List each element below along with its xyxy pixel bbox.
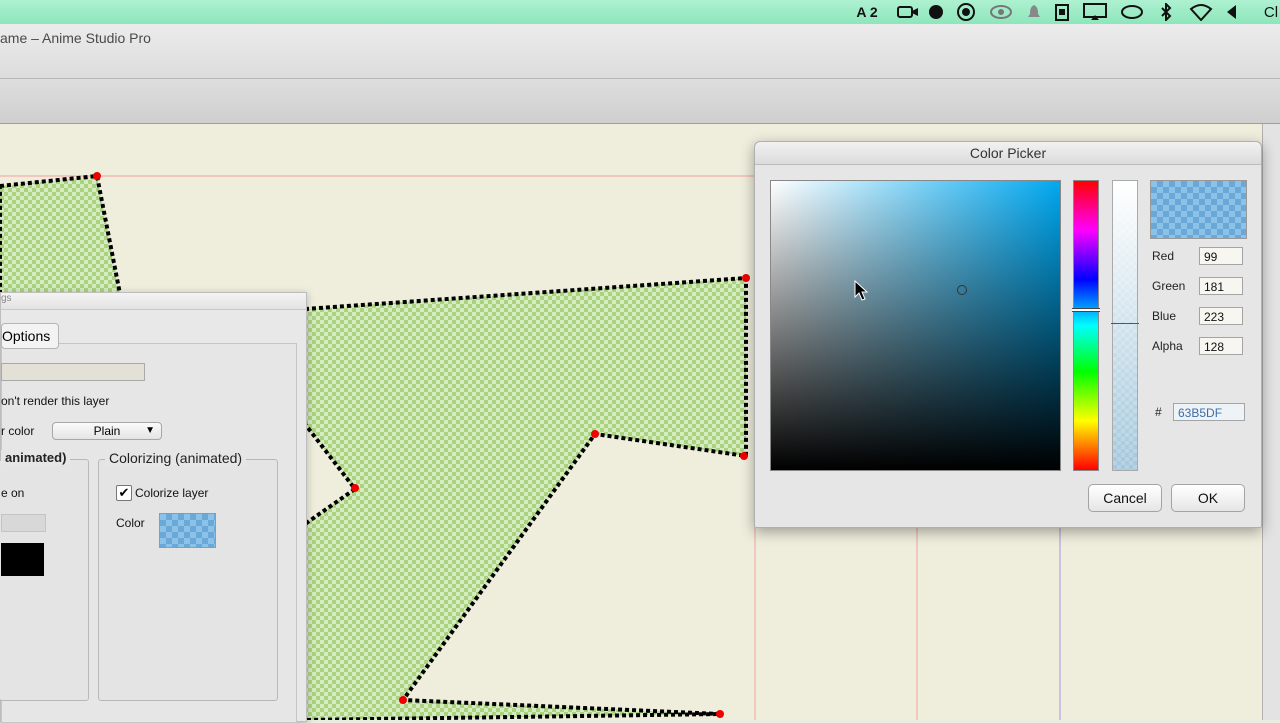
colorize-color-swatch[interactable]: [159, 513, 216, 548]
vector-shape: [303, 275, 748, 720]
colorizing-group-title: Colorizing (animated): [105, 450, 247, 466]
chat-icon[interactable]: [1120, 3, 1144, 21]
hex-label: #: [1155, 405, 1162, 419]
window-title-bar: ame – Anime Studio Pro: [0, 24, 1280, 79]
system-menu-bar: A 2 Cl: [0, 0, 1280, 25]
input-indicator-icon[interactable]: A 2: [850, 3, 884, 21]
blue-input[interactable]: 223: [1199, 307, 1243, 325]
color-preview-swatch: [1150, 180, 1247, 239]
green-label: Green: [1152, 279, 1186, 293]
layer-name-input[interactable]: [1, 363, 145, 381]
notification-icon[interactable]: [1024, 3, 1044, 21]
right-panel-strip: [1262, 124, 1280, 720]
bluetooth-icon[interactable]: [1156, 3, 1176, 21]
layer-color-select-value: Plain: [93, 424, 121, 438]
volume-icon[interactable]: [1222, 3, 1240, 21]
layer-color-select[interactable]: Plain ▼: [52, 422, 162, 440]
colorize-color-label: Color: [116, 516, 145, 530]
dont-render-label: on't render this layer: [1, 394, 110, 408]
shadow-offset-field[interactable]: [1, 514, 46, 532]
blue-label: Blue: [1152, 309, 1177, 323]
saturation-value-field[interactable]: [770, 180, 1061, 471]
alpha-input[interactable]: 128: [1199, 337, 1243, 355]
facetime-icon[interactable]: [896, 3, 920, 21]
sync-icon[interactable]: [988, 3, 1014, 21]
clipboard-icon[interactable]: [1052, 3, 1072, 21]
colorize-checkbox-label: Colorize layer: [135, 486, 209, 500]
dialog-header: gs: [1, 293, 306, 310]
screen-icon[interactable]: [955, 3, 977, 21]
ok-button[interactable]: OK: [1171, 484, 1245, 512]
tab-options[interactable]: Options: [1, 323, 59, 349]
wifi-icon[interactable]: [1188, 3, 1214, 21]
red-input[interactable]: 99: [1199, 247, 1243, 265]
colorize-checkbox[interactable]: ✔: [116, 485, 132, 501]
green-input[interactable]: 181: [1199, 277, 1243, 295]
window-title: ame – Anime Studio Pro: [0, 30, 151, 46]
shadow-color-swatch[interactable]: [1, 543, 44, 576]
vector-shape: [0, 173, 123, 302]
menubar-clock-text[interactable]: Cl: [1262, 3, 1280, 21]
alpha-slider-handle[interactable]: [1111, 323, 1139, 324]
mouse-cursor-icon: [854, 280, 869, 301]
control-point: [742, 274, 750, 282]
red-label: Red: [1152, 249, 1175, 263]
control-point: [591, 430, 599, 438]
hex-input[interactable]: 63B5DF: [1173, 403, 1245, 421]
alpha-label: Alpha: [1152, 339, 1183, 353]
control-point: [740, 452, 748, 460]
hue-slider[interactable]: [1072, 180, 1100, 471]
hue-slider-handle[interactable]: [1072, 308, 1100, 312]
color-selector-handle[interactable]: [957, 285, 967, 295]
shadow-group-title: animated): [1, 450, 71, 465]
record-icon[interactable]: [926, 3, 946, 21]
chevron-down-icon: ▼: [145, 425, 155, 436]
color-picker-title: Color Picker: [755, 142, 1261, 165]
dialog-title: gs: [1, 293, 12, 304]
color-picker-dialog: Color Picker Red 99 Green 181 Blue 223 A…: [754, 141, 1262, 528]
alpha-slider[interactable]: [1111, 180, 1139, 471]
control-point: [716, 710, 724, 718]
layer-settings-dialog: gs Options on't render this layer r colo…: [0, 292, 307, 723]
shadow-on-label: e on: [1, 486, 25, 500]
control-point: [351, 484, 359, 492]
app-toolbar: [0, 79, 1280, 124]
layer-color-label: r color: [1, 424, 35, 438]
display-icon[interactable]: [1082, 3, 1108, 21]
control-point: [399, 696, 407, 704]
control-point: [93, 172, 101, 180]
cancel-button[interactable]: Cancel: [1088, 484, 1162, 512]
